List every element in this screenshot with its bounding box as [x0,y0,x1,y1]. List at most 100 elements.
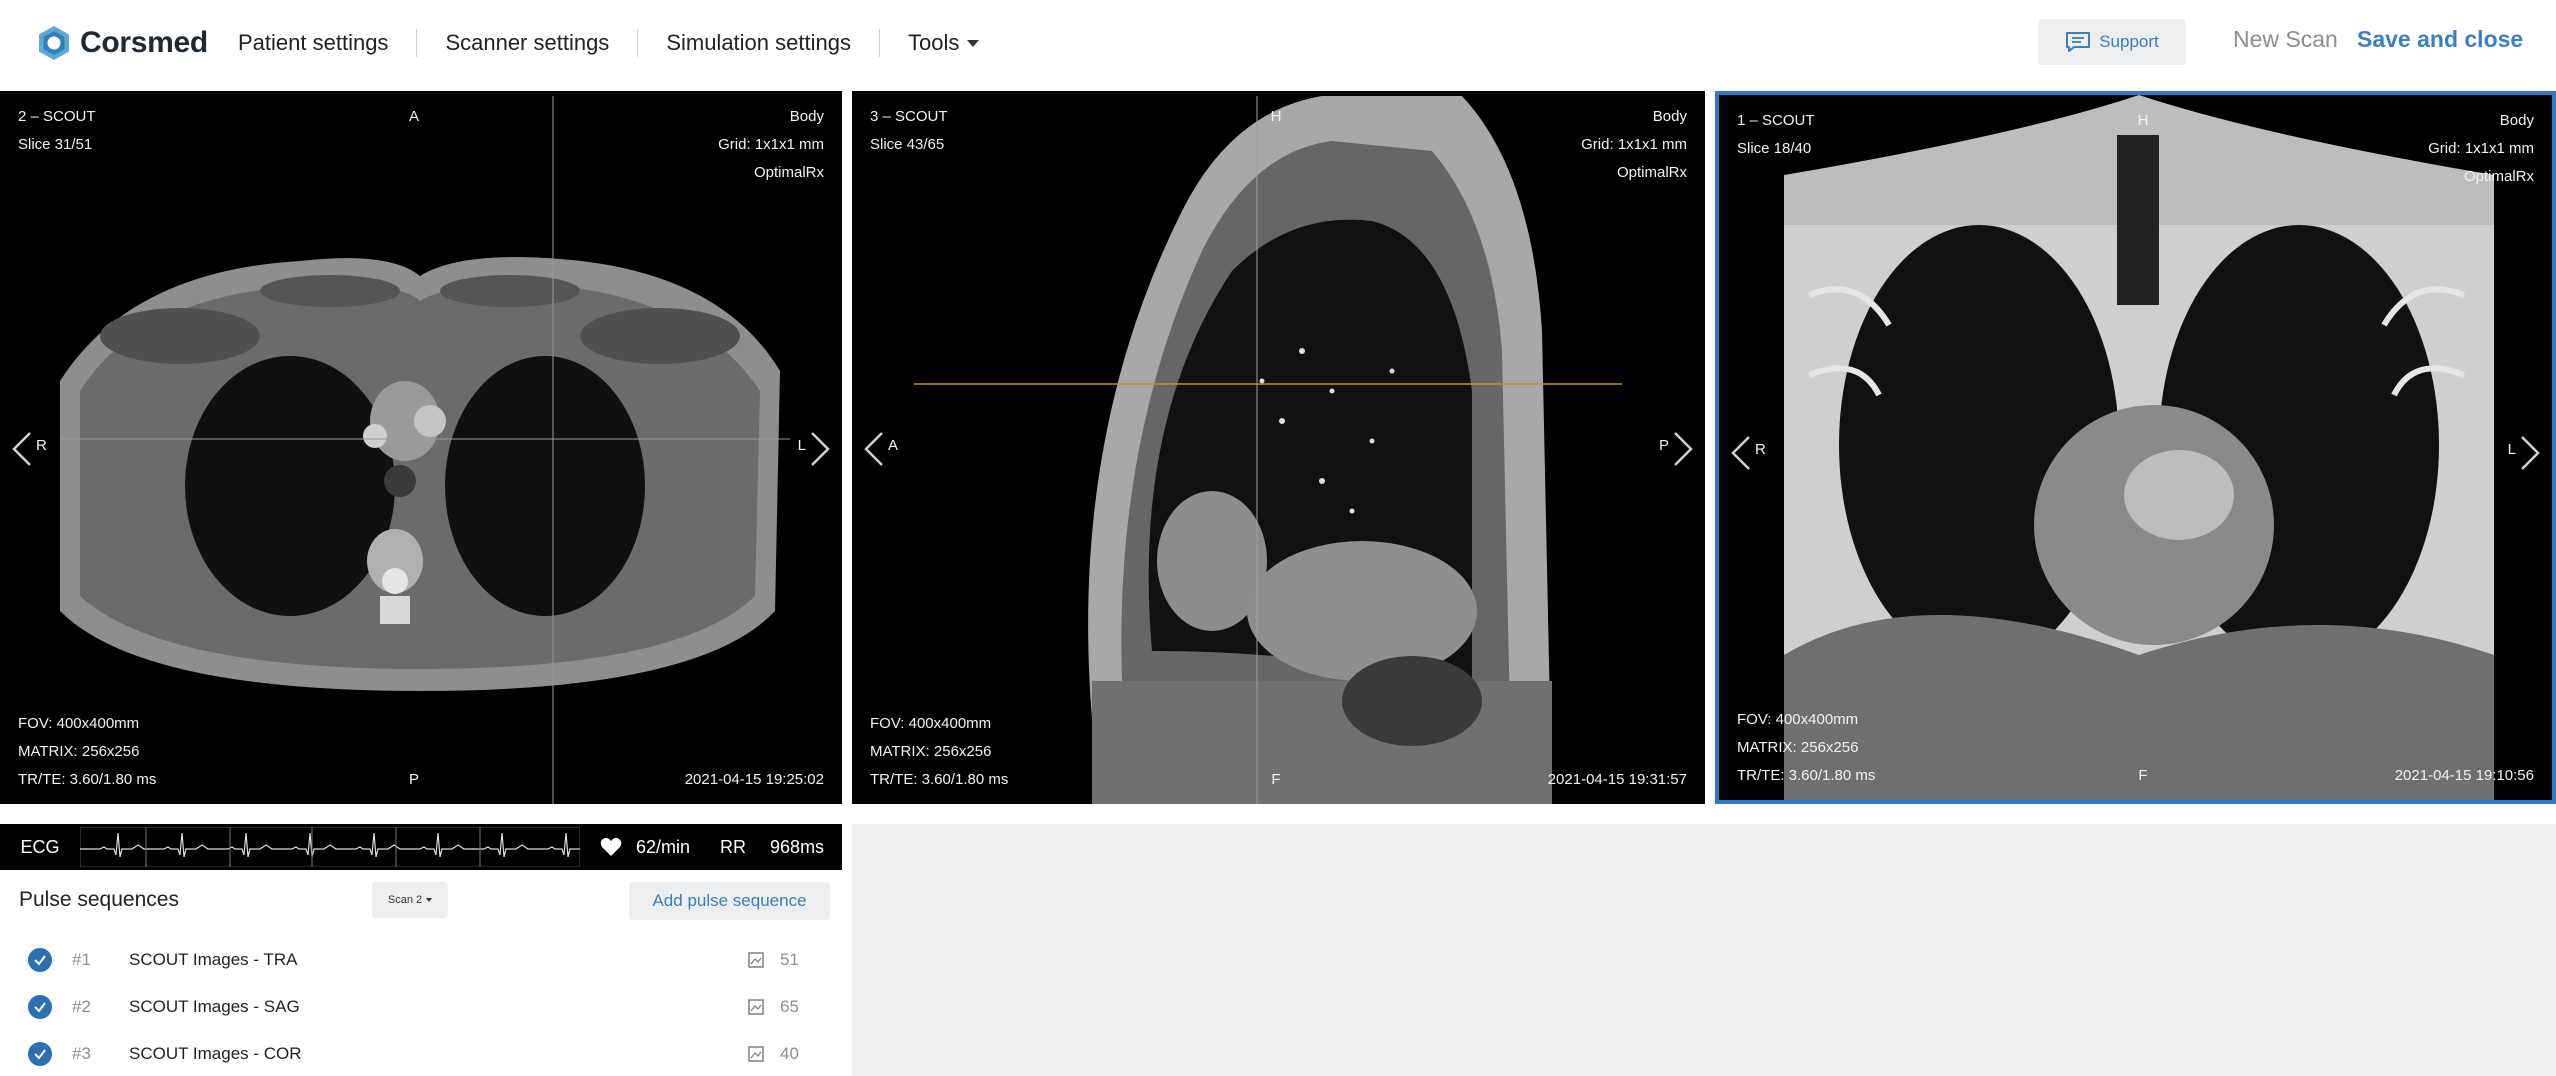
viewport-info-top-right: Body Grid: 1x1x1 mm OptimalRx [1581,103,1687,187]
timestamp: 2021-04-15 19:31:57 [1547,771,1687,788]
orientation-bottom: P [408,771,420,788]
timestamp: 2021-04-15 19:10:56 [2394,767,2534,784]
sequence-name: SCOUT Images - SAG [129,997,300,1016]
corsmed-logo[interactable]: Corsmed [34,22,208,64]
support-button[interactable]: Support [2038,19,2186,65]
viewport-info-top-left: 3 – SCOUT Slice 43/65 [870,103,948,159]
fov-label: FOV: 400x400mm [870,715,992,732]
matrix-label: MATRIX: 256x256 [1737,739,1859,756]
rr-value: 968ms [770,836,825,857]
sequence-row[interactable]: #3 SCOUT Images - COR 40 [0,1034,842,1074]
chevron-down-icon [426,898,433,902]
check-icon[interactable] [28,1042,52,1066]
matrix-label: MATRIX: 256x256 [870,743,992,760]
sequence-row[interactable]: #1 SCOUT Images - TRA 51 [0,940,842,980]
check-icon[interactable] [28,995,52,1019]
image-count: 65 [780,997,799,1016]
ecg-label: ECG [20,836,60,857]
pulse-sequences-title: Pulse sequences [19,888,179,911]
grid-label: Grid: 1x1x1 mm [718,136,824,153]
nav-patient-settings[interactable]: Patient settings [210,29,416,57]
viewport-sagittal[interactable]: 3 – SCOUT Slice 43/65 H Body Grid: 1x1x1… [852,91,1705,804]
viewport-info-bottom-left: FOV: 400x400mm MATRIX: 256x256 TR/TE: 3.… [1737,706,1875,790]
slice-index: Slice 18/40 [1737,140,1812,157]
ecg-strip: ECG 62/min RR 968ms [0,824,842,870]
orientation-left: A [888,437,899,454]
image-icon [748,1046,764,1062]
orientation-left: R [36,437,47,454]
orientation-left: R [1755,441,1766,458]
new-scan-button[interactable]: New Scan [2233,26,2338,53]
recon-label: OptimalRx [753,164,824,181]
scan-select-dropdown[interactable]: Scan 2 [372,882,448,918]
coil-label: Body [1652,108,1687,125]
sequence-name: SCOUT Images - TRA [129,950,298,969]
sequence-number: #1 [72,950,91,969]
sequence-row[interactable]: #2 SCOUT Images - SAG 65 [0,987,842,1027]
chevron-left-icon[interactable] [1725,433,1759,473]
viewport-coronal[interactable]: 1 – SCOUT Slice 18/40 H Body Grid: 1x1x1… [1715,91,2556,804]
mri-image-axial[interactable] [0,91,842,804]
chevron-down-icon [967,39,980,47]
chevron-left-icon[interactable] [6,429,40,469]
series-title: 2 – SCOUT [18,108,96,125]
nav-simulation-settings[interactable]: Simulation settings [638,29,879,57]
trte-label: TR/TE: 3.60/1.80 ms [1737,767,1876,784]
matrix-label: MATRIX: 256x256 [18,743,140,760]
heart-rate: 62/min [636,836,691,857]
top-bar: Corsmed Patient settings Scanner setting… [0,0,2556,88]
timestamp: 2021-04-15 19:25:02 [684,771,824,788]
chevron-right-icon[interactable] [802,429,836,469]
corsmed-logo-icon [39,26,69,60]
mri-image-sagittal[interactable] [852,91,1705,804]
image-icon [748,999,764,1015]
sequence-name: SCOUT Images - COR [129,1044,302,1063]
sequence-number: #3 [72,1044,91,1063]
series-title: 3 – SCOUT [870,108,948,125]
image-count: 40 [780,1044,799,1063]
orientation-top: H [2137,112,2149,129]
scan-select-value: Scan 2 [387,894,423,906]
orientation-top: H [1270,108,1282,125]
viewport-info-top-right: Body Grid: 1x1x1 mm OptimalRx [2428,107,2534,191]
grid-label: Grid: 1x1x1 mm [2428,140,2534,157]
main-nav: Patient settings Scanner settings Simula… [210,22,1007,64]
chevron-right-icon[interactable] [2512,433,2546,473]
ecg-waveform [80,827,580,867]
recon-label: OptimalRx [2463,168,2534,185]
add-pulse-sequence-button[interactable]: Add pulse sequence [629,882,830,920]
nav-scanner-settings[interactable]: Scanner settings [417,29,637,57]
viewport-info-top-right: Body Grid: 1x1x1 mm OptimalRx [718,103,824,187]
coil-label: Body [2499,112,2534,129]
image-icon [748,952,764,968]
empty-work-area [852,824,2556,1076]
save-and-close-button[interactable]: Save and close [2357,26,2523,53]
image-count: 51 [780,950,799,969]
recon-label: OptimalRx [1616,164,1687,181]
coil-label: Body [789,108,824,125]
slice-index: Slice 43/65 [870,136,945,153]
viewport-axial[interactable]: 2 – SCOUT Slice 31/51 A Body Grid: 1x1x1… [0,91,842,804]
viewport-info-top-left: 2 – SCOUT Slice 31/51 [18,103,96,159]
orientation-bottom: F [1271,771,1281,788]
pulse-sequences-panel: Pulse sequences Scan 2 Add pulse sequenc… [0,870,842,1076]
fov-label: FOV: 400x400mm [18,715,140,732]
viewport-info-bottom-left: FOV: 400x400mm MATRIX: 256x256 TR/TE: 3.… [18,710,156,794]
trte-label: TR/TE: 3.60/1.80 ms [870,771,1009,788]
support-label: Support [2099,32,2159,51]
chevron-right-icon[interactable] [1665,429,1699,469]
chevron-left-icon[interactable] [858,429,892,469]
series-title: 1 – SCOUT [1737,112,1815,129]
viewport-info-bottom-left: FOV: 400x400mm MATRIX: 256x256 TR/TE: 3.… [870,710,1008,794]
rr-label: RR [720,836,747,857]
sequence-number: #2 [72,997,91,1016]
slice-index: Slice 31/51 [18,136,93,153]
nav-tools-dropdown[interactable]: Tools [880,29,1007,57]
nav-tools-label: Tools [907,30,960,55]
mri-image-coronal[interactable] [1719,95,2552,800]
viewport-info-top-left: 1 – SCOUT Slice 18/40 [1737,107,1815,163]
trte-label: TR/TE: 3.60/1.80 ms [18,771,157,788]
brand-name: Corsmed [80,26,208,59]
chat-icon [2066,32,2091,52]
check-icon[interactable] [28,948,52,972]
